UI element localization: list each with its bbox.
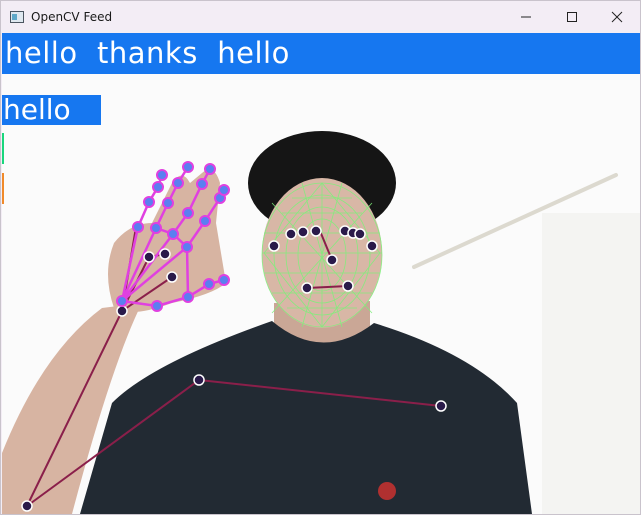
minimize-icon [521,16,531,18]
sentence-banner: hello thanks hello [2,33,640,74]
sentence-text: hello thanks hello [5,36,290,70]
prediction-bar-2 [2,133,4,164]
maximize-button[interactable] [549,1,595,33]
prediction-bar-3 [2,173,4,204]
close-icon [611,11,623,23]
background-shadow [542,213,640,514]
minimize-button[interactable] [503,1,549,33]
shirt-logo [378,482,396,500]
maximize-icon [567,12,577,22]
prediction-label: hello [3,93,71,126]
prediction-bar-hello: hello [2,93,101,126]
title-bar[interactable]: OpenCV Feed [1,1,640,33]
opencv-window: OpenCV Feed hello thanks hello hello [0,0,641,515]
app-window-icon [10,11,24,23]
close-button[interactable] [594,1,640,33]
camera-feed: hello thanks hello hello [2,33,640,514]
window-title: OpenCV Feed [31,10,113,24]
